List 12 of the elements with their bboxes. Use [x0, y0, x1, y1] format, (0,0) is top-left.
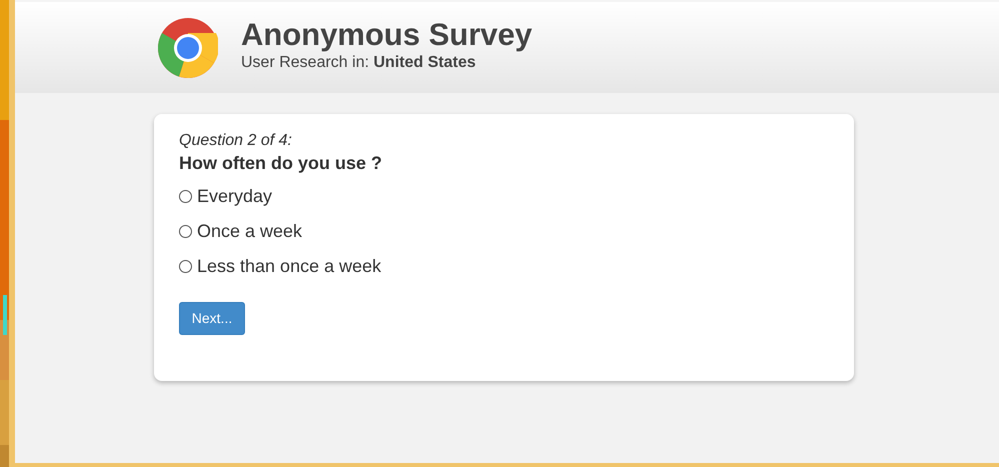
option-label: Less than once a week — [197, 255, 382, 278]
next-button[interactable]: Next... — [179, 302, 245, 335]
question-counter: Question 2 of 4: — [179, 131, 292, 151]
radio-button[interactable] — [179, 260, 192, 273]
chrome-logo-icon — [158, 18, 218, 78]
radio-button[interactable] — [179, 225, 192, 238]
page-subtitle: User Research in: United States — [241, 52, 477, 72]
question-text: How often do you use ? — [179, 152, 382, 175]
option-label: Once a week — [197, 220, 302, 243]
option-label: Everyday — [197, 185, 272, 208]
page-title: Anonymous Survey — [241, 16, 532, 52]
radio-button[interactable] — [179, 190, 192, 203]
